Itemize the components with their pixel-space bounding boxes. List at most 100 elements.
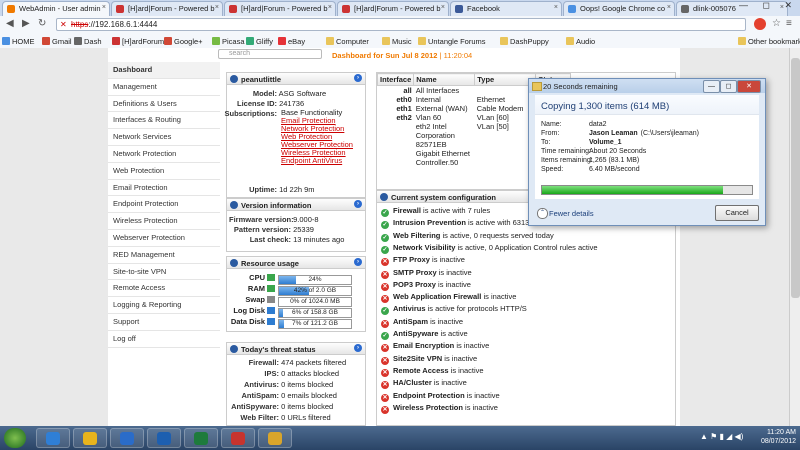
bookmark-item[interactable]: Audio <box>566 37 595 46</box>
config-item[interactable]: ✕ Email Encryption is inactive <box>381 341 489 353</box>
tray-clock[interactable]: 11:20 AM 08/07/2012 <box>761 428 796 446</box>
nav-item[interactable]: Remote Access <box>108 280 220 298</box>
bookmark-item[interactable]: Google+ <box>164 37 203 46</box>
copy-detail-label: Items remaining: <box>541 157 593 164</box>
wrench-icon[interactable]: ≡ <box>786 18 792 29</box>
info-icon[interactable]: › <box>354 200 362 208</box>
interface-col-header[interactable]: Type <box>474 73 537 86</box>
start-button[interactable] <box>4 428 26 448</box>
bookmark-item[interactable]: Dash <box>74 37 102 46</box>
nav-item[interactable]: Site-to-site VPN <box>108 264 220 281</box>
nav-item[interactable]: Wireless Protection <box>108 213 220 230</box>
config-item[interactable]: ✓ Firewall is active with 7 rules <box>381 206 490 217</box>
taskbar-app-explorer[interactable] <box>258 428 292 448</box>
interface-col-header[interactable]: Interface <box>377 73 415 86</box>
config-item[interactable]: ✓ Web Filtering is active, 0 requests ser… <box>381 231 554 242</box>
window-controls[interactable]: — ◻ ✕ <box>739 0 798 11</box>
nav-item[interactable]: Web Protection <box>108 163 220 180</box>
config-item[interactable]: ✓ Antivirus is active for protocols HTTP/… <box>381 304 527 316</box>
bookmark-item[interactable]: DashPuppy <box>500 37 549 46</box>
config-item[interactable]: ✕ Web Application Firewall is inactive <box>381 292 516 304</box>
bookmark-item[interactable]: Gliffy <box>246 37 273 46</box>
nav-item[interactable]: Log off <box>108 331 220 348</box>
nav-item[interactable]: Support <box>108 314 220 331</box>
taskbar-app-x-app[interactable] <box>110 428 144 448</box>
star-icon[interactable]: ☆ <box>772 18 781 29</box>
config-item[interactable]: ✓ Intrusion Prevention is active with 631… <box>381 218 544 230</box>
bookmark-item[interactable]: Music <box>382 37 412 46</box>
tab-close-icon[interactable]: × <box>215 4 219 11</box>
error-icon: ✕ <box>381 405 389 414</box>
close-button[interactable]: ✕ <box>737 80 761 93</box>
maximize-button[interactable]: ◻ <box>720 80 737 93</box>
browser-tab[interactable]: WebAdmin - User admin × <box>2 1 110 16</box>
interface-col-header[interactable]: Name <box>413 73 476 86</box>
nav-item[interactable]: Definitions & Users <box>108 96 220 113</box>
taskbar-app-chrome[interactable] <box>73 428 107 448</box>
reload-icon[interactable]: ↻ <box>38 18 46 29</box>
config-item[interactable]: ✕ SMTP Proxy is inactive <box>381 268 472 279</box>
bookmark-item[interactable]: Gmail <box>42 37 72 46</box>
config-item[interactable]: ✓ Network Visibility is active, 0 Applica… <box>381 243 598 254</box>
extension-icon[interactable] <box>754 18 766 30</box>
info-icon[interactable]: › <box>354 344 362 352</box>
subscription-item[interactable]: Endpoint AntiVirus <box>281 157 353 165</box>
info-icon[interactable]: › <box>354 258 362 266</box>
taskbar-app-outlook[interactable] <box>147 428 181 448</box>
taskbar-app-flash[interactable] <box>221 428 255 448</box>
browser-tab[interactable]: [H]ard|Forum - Powered b × <box>111 1 223 16</box>
browser-tab[interactable]: [H]ard|Forum - Powered b × <box>337 1 449 16</box>
tab-close-icon[interactable]: × <box>554 4 558 11</box>
config-item[interactable]: ✕ FTP Proxy is inactive <box>381 255 465 267</box>
bookmark-item[interactable]: eBay <box>278 37 305 46</box>
nav-item[interactable]: Management <box>108 79 220 96</box>
tray-icons[interactable]: ▲ ⚑ ▮ ◢ ◀) <box>700 432 743 441</box>
config-item[interactable]: ✕ AntiSpam is inactive <box>381 317 463 328</box>
tab-close-icon[interactable]: × <box>328 4 332 11</box>
config-item[interactable]: ✕ Wireless Protection is inactive <box>381 403 498 414</box>
info-icon[interactable]: › <box>354 74 362 82</box>
page-scrollbar[interactable] <box>789 48 800 426</box>
config-item[interactable]: ✕ POP3 Proxy is inactive <box>381 280 471 291</box>
bookmark-label: Untangle Forums <box>428 37 486 46</box>
version-panel-header: Version information › <box>227 199 365 211</box>
config-item[interactable]: ✕ Site2Site VPN is inactive <box>381 354 477 365</box>
nav-item[interactable]: Interfaces & Routing <box>108 112 220 130</box>
tab-close-icon[interactable]: × <box>667 4 671 11</box>
scrollbar-thumb[interactable] <box>791 58 800 298</box>
nav-item[interactable]: Webserver Protection <box>108 230 220 247</box>
nav-item[interactable]: Dashboard <box>108 62 220 79</box>
browser-tab[interactable]: [H]ard|Forum - Powered b × <box>224 1 336 16</box>
bookmark-item[interactable]: Computer <box>326 37 369 46</box>
nav-item[interactable]: Endpoint Protection <box>108 196 220 214</box>
address-bar[interactable]: ✕ https://192.168.6.1:4444 <box>56 18 746 31</box>
taskbar-app-ie[interactable] <box>36 428 70 448</box>
nav-item[interactable]: Network Services <box>108 129 220 146</box>
nav-item[interactable]: RED Management <box>108 247 220 264</box>
threat-row: AntiSpam: 0 emails blocked <box>227 391 337 400</box>
browser-tab[interactable]: Oops! Google Chrome co × <box>563 1 675 16</box>
bookmark-item[interactable]: Picasa <box>212 37 245 46</box>
nav-item[interactable]: Network Protection <box>108 146 220 163</box>
bookmark-item[interactable]: HOME <box>2 37 35 46</box>
forward-icon[interactable]: ▶ <box>22 18 30 29</box>
search-input[interactable]: search <box>218 49 322 59</box>
nav-item[interactable]: Email Protection <box>108 180 220 197</box>
config-item[interactable]: ✕ Endpoint Protection is inactive <box>381 391 500 402</box>
bookmark-item[interactable]: Untangle Forums <box>418 37 486 46</box>
tab-close-icon[interactable]: × <box>441 4 445 11</box>
tab-close-icon[interactable]: × <box>102 4 106 11</box>
config-icon <box>380 193 388 201</box>
browser-tab[interactable]: Facebook × <box>450 1 562 16</box>
cancel-button[interactable]: Cancel <box>715 205 759 221</box>
config-item[interactable]: ✕ Remote Access is inactive <box>381 366 484 377</box>
taskbar-app-excel[interactable] <box>184 428 218 448</box>
config-item[interactable]: ✕ HA/Cluster is inactive <box>381 378 467 390</box>
bookmark-item[interactable]: Other bookmarks <box>738 37 800 46</box>
back-icon[interactable]: ◀ <box>6 18 14 29</box>
minimize-button[interactable]: — <box>703 80 720 93</box>
fewer-details-toggle[interactable]: ⌃ Fewer details <box>537 208 594 219</box>
config-item[interactable]: ✓ AntiSpyware is active <box>381 329 468 340</box>
bookmark-item[interactable]: [H]ardForum <box>112 37 164 46</box>
nav-item[interactable]: Logging & Reporting <box>108 297 220 314</box>
